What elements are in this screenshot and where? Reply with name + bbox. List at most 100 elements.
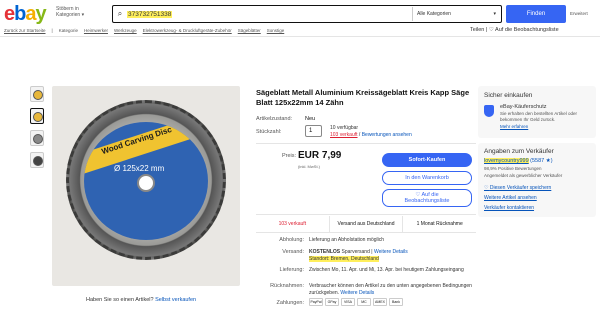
thumbnail-1[interactable]: [30, 86, 44, 102]
thumbnail-2[interactable]: [30, 108, 44, 124]
buyer-protection-panel: Sicher einkaufen eBay-Käuferschutz Sie e…: [478, 86, 596, 138]
visa-icon: VISA: [341, 298, 355, 306]
thumbnail-3[interactable]: [30, 130, 44, 146]
save-seller-link[interactable]: ♡ Diesen Verkäufer speichern: [484, 185, 551, 191]
pickup-value: Lieferung an Abholstation möglich: [309, 237, 385, 243]
save-seller-label: Diesen Verkäufer speichern: [489, 185, 552, 191]
listing-stats: 103 verkauft Versand aus Deutschland 1 M…: [256, 216, 476, 232]
price-label: Preis:: [282, 153, 297, 159]
returns-details-link[interactable]: Weitere Details: [340, 290, 374, 296]
google-pay-icon: GPay: [325, 298, 339, 306]
share-link[interactable]: Teilen: [470, 27, 484, 33]
advanced-search-link[interactable]: Erweitert: [570, 11, 588, 16]
divider: [256, 232, 476, 233]
label-size: Ø 125x22 mm: [114, 164, 165, 173]
search-icon: ⌕: [117, 9, 123, 18]
stat-sold: 103 verkauft: [256, 216, 330, 232]
add-to-cart-button[interactable]: In den Warenkorb: [382, 171, 472, 185]
mastercard-icon: MC: [357, 298, 371, 306]
buy-now-button[interactable]: Sofort-Kaufen: [382, 153, 472, 167]
ebay-logo[interactable]: ebay: [4, 3, 47, 25]
add-to-watchlist-button[interactable]: ♡ Auf die Beobachtungsliste: [382, 189, 472, 207]
quantity-input[interactable]: 1: [305, 125, 322, 137]
payment-methods: PayPal GPay VISA MC AMEX Bank: [309, 298, 403, 306]
quantity-info: 10 verfügbar 103 verkauft / Bewertungen …: [330, 125, 412, 138]
watch-label-2: Beobachtungsliste: [404, 198, 450, 204]
amex-icon: AMEX: [373, 298, 387, 306]
watchlist-link[interactable]: Auf die Beobachtungsliste: [495, 27, 559, 33]
condition-label: Artikelzustand:: [256, 116, 293, 122]
logo-letter-a: a: [25, 3, 36, 25]
seller-feedback: 98,9% Positive Bewertungen: [484, 166, 542, 171]
sell-prompt: Haben Sie so einen Artikel? Selbst verka…: [86, 297, 196, 303]
bank-icon: Bank: [389, 298, 403, 306]
category-select[interactable]: Alle Kategorien ▾: [412, 7, 500, 21]
buyer-protection-description: Sie erhalten den bestellten Artikel oder…: [500, 111, 578, 122]
condition-value: Neu: [305, 116, 316, 122]
browse-categories-button[interactable]: Stöbern in Kategorien ▾: [56, 6, 92, 18]
header-divider: [0, 36, 600, 37]
price-value: EUR 7,99: [298, 150, 342, 161]
sell-prompt-text: Haben Sie so einen Artikel?: [86, 297, 154, 303]
breadcrumb-separator: |: [51, 28, 53, 33]
logo-letter-b: b: [14, 3, 26, 25]
ebay-listing-page: ebay Stöbern in Kategorien ▾ ⌕ 373732751…: [0, 0, 600, 326]
breadcrumb-back[interactable]: Zurück zur Startseite: [4, 28, 46, 33]
divider: [256, 214, 476, 215]
returns-text: Verbraucher können den Artikel zu den un…: [309, 283, 472, 296]
returns-value: Verbraucher können den Artikel zu den un…: [309, 283, 479, 296]
pickup-label: Abholung:: [279, 237, 304, 243]
other-items-link[interactable]: Weitere Artikel ansehen: [484, 195, 537, 201]
seller-name-row: lovemycountry999 (5587 ★): [484, 158, 553, 164]
seller-score[interactable]: (5587 ★): [530, 158, 552, 164]
breadcrumb-item[interactable]: Sonstige: [267, 28, 285, 33]
thumbnail-image: [33, 90, 43, 100]
seller-username-link[interactable]: lovemycountry999: [484, 158, 529, 164]
breadcrumb-item[interactable]: Heimwerker: [84, 28, 108, 33]
shipping-cost: KOSTENLOS: [309, 249, 341, 255]
price-tax-note: (inkl. MwSt.): [298, 164, 320, 169]
thumbnail-4[interactable]: [30, 152, 44, 168]
thumbnail-image: [33, 134, 43, 144]
breadcrumb-item[interactable]: Werkzeuge: [114, 28, 137, 33]
contact-seller-link[interactable]: Verkäufer kontaktieren: [484, 205, 534, 211]
quantity-label: Stückzahl:: [256, 129, 282, 135]
chevron-down-icon: ▾: [493, 11, 496, 17]
browse-categories-label: Stöbern in Kategorien: [56, 6, 81, 18]
returns-label: Rücknahmen:: [270, 283, 304, 289]
breadcrumb-category: Kategorie: [58, 28, 78, 33]
breadcrumb-item[interactable]: Elektrowerkzeug- & Druckluftgeräte-Zubeh…: [143, 28, 232, 33]
sold-count-link[interactable]: 103 verkauft: [330, 132, 358, 138]
find-button[interactable]: Finden: [506, 5, 566, 23]
seller-type: Angemeldet als gewerblicher Verkäufer: [484, 173, 563, 178]
stat-shipping-origin: Versand aus Deutschland: [330, 216, 404, 232]
shield-icon: [484, 105, 494, 117]
breadcrumb-actions: Teilen | ♡ Auf die Beobachtungsliste: [470, 27, 559, 33]
main-product-image[interactable]: Wood Carving Disc Ø 125x22 mm: [52, 86, 240, 286]
stat-returns: 1 Monat Rücknahme: [416, 221, 463, 227]
seller-heading: Angaben zum Verkäufer: [484, 148, 554, 155]
buyer-protection-name: eBay-Käuferschutz: [500, 104, 547, 110]
shipping-method: Sparversand: [341, 249, 370, 255]
shipping-value: KOSTENLOS Sparversand | Weitere Details …: [309, 249, 479, 262]
learn-more-link[interactable]: Mehr erfahren: [500, 124, 528, 129]
sell-link[interactable]: Selbst verkaufen: [155, 297, 196, 303]
heart-icon: ♡: [488, 27, 494, 33]
breadcrumb-item[interactable]: Sägeblätter: [238, 28, 261, 33]
delivery-value: Zwischen Mo, 11. Apr. und Mi, 13. Apr. b…: [309, 267, 464, 273]
thumbnail-image: [33, 156, 43, 166]
item-location: Standort: Bremen, Deutschland: [309, 255, 379, 262]
category-select-label: Alle Kategorien: [417, 11, 451, 17]
delivery-label: Lieferung:: [279, 267, 304, 273]
product-title: Sägeblatt Metall Aluminium Kreissägeblat…: [256, 88, 470, 107]
payments-label: Zahlungen:: [276, 300, 304, 306]
buyer-protection-heading: Sicher einkaufen: [484, 92, 533, 99]
disc-label: Wood Carving Disc Ø 125x22 mm: [84, 122, 208, 240]
shipping-details-link[interactable]: Weitere Details: [374, 249, 408, 255]
logo-letter-y: y: [35, 3, 46, 25]
search-input[interactable]: 373732751338: [127, 10, 173, 18]
ratings-link[interactable]: Bewertungen ansehen: [362, 132, 412, 138]
logo-letter-e: e: [4, 3, 15, 25]
chevron-down-icon: ▾: [81, 12, 85, 18]
disc-center-hole: [137, 174, 155, 192]
